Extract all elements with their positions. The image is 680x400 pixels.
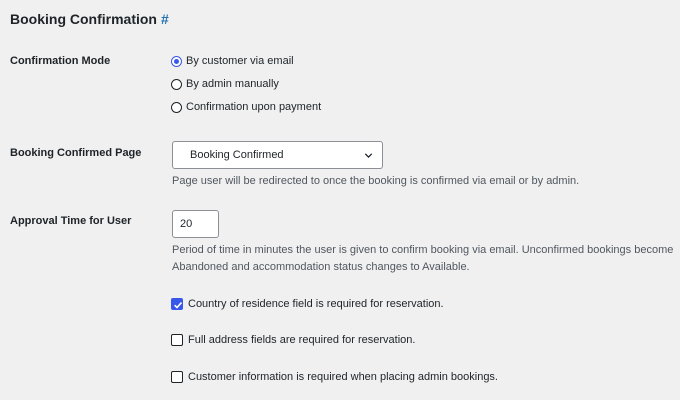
chevron-down-icon (364, 152, 373, 158)
checkbox-full-address-required[interactable]: Full address fields are required for res… (171, 333, 415, 347)
approval-time-description: Period of time in minutes the user is gi… (172, 242, 673, 276)
radio-unchecked-icon[interactable] (171, 101, 182, 113)
radio-by-admin-manually[interactable]: By admin manually (171, 77, 279, 91)
radio-label: Confirmation upon payment (186, 101, 322, 113)
section-title-text: Booking Confirmation (10, 11, 157, 27)
radio-label: By customer via email (186, 55, 294, 67)
radio-by-customer-email[interactable]: By customer via email (171, 54, 294, 68)
booking-confirmed-page-description: Page user will be redirected to once the… (172, 175, 580, 187)
checkbox-customer-info-required[interactable]: Customer information is required when pl… (171, 370, 498, 384)
checkbox-checked-icon[interactable] (171, 298, 183, 310)
checkbox-label: Full address fields are required for res… (188, 334, 416, 346)
radio-checked-icon[interactable] (171, 55, 182, 67)
checkbox-country-required[interactable]: Country of residence field is required f… (171, 297, 444, 311)
approval-time-description-line1: Period of time in minutes the user is gi… (172, 244, 674, 256)
approval-time-input[interactable]: 20 (172, 210, 219, 238)
approval-time-description-line2: Abandoned and accommodation status chang… (172, 261, 470, 273)
anchor-link[interactable]: # (161, 11, 169, 27)
booking-confirmed-page-label: Booking Confirmed Page (10, 147, 142, 159)
checkmark-icon (174, 302, 183, 309)
select-value: Booking Confirmed (190, 149, 284, 161)
checkbox-unchecked-icon[interactable] (171, 371, 183, 383)
booking-confirmed-page-select[interactable]: Booking Confirmed (172, 141, 383, 169)
radio-unchecked-icon[interactable] (171, 78, 182, 90)
confirmation-mode-label: Confirmation Mode (10, 55, 111, 67)
section-title: Booking Confirmation # (10, 11, 169, 27)
radio-confirmation-upon-payment[interactable]: Confirmation upon payment (171, 100, 321, 114)
approval-time-label: Approval Time for User (10, 215, 132, 227)
checkbox-label: Customer information is required when pl… (188, 371, 498, 383)
checkbox-unchecked-icon[interactable] (171, 334, 183, 346)
checkbox-label: Country of residence field is required f… (188, 298, 444, 310)
radio-label: By admin manually (186, 78, 279, 90)
